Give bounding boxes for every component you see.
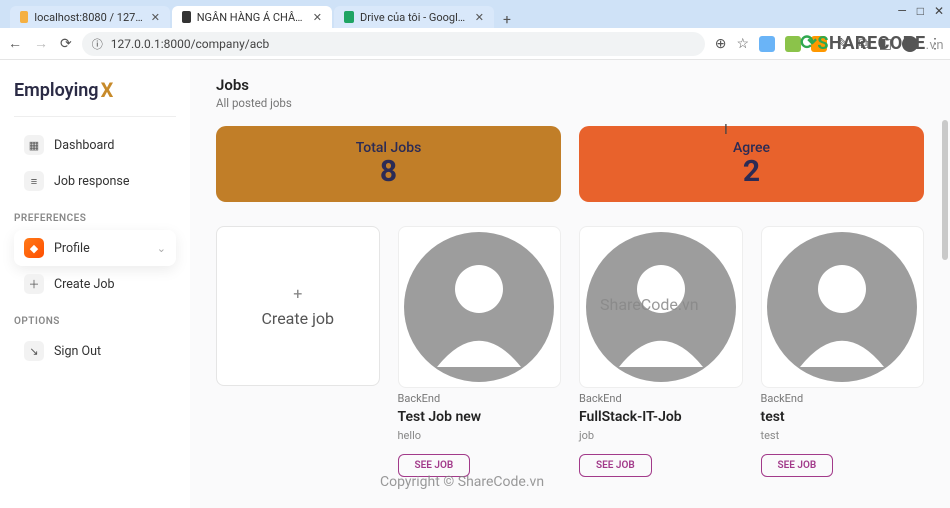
sidebar-item-label: Sign Out xyxy=(54,344,101,359)
avatar-placeholder-icon xyxy=(762,227,924,387)
avatar-placeholder-icon xyxy=(399,227,561,387)
brand-name: Employing xyxy=(14,80,99,101)
minimize-icon[interactable]: — xyxy=(897,4,906,18)
forward-icon[interactable]: → xyxy=(34,35,48,52)
maximize-icon[interactable]: □ xyxy=(917,4,924,18)
text-cursor-icon: I xyxy=(724,122,736,136)
extension-icon[interactable] xyxy=(785,36,801,52)
watermark-copyright: Copyright © ShareCode.vn xyxy=(380,474,544,490)
sidebar-item-signout[interactable]: ↘ Sign Out xyxy=(14,333,176,369)
close-window-icon[interactable]: ✕ xyxy=(934,4,944,18)
job-desc: job xyxy=(579,429,743,442)
window-controls: — □ ✕ xyxy=(897,4,944,18)
list-icon: ≡ xyxy=(24,171,44,191)
job-category: BackEnd xyxy=(579,392,743,405)
app-root: EmployingX ▦ Dashboard ≡ Job response PR… xyxy=(0,60,950,508)
job-category: BackEnd xyxy=(761,392,925,405)
profile-icon: ◆ xyxy=(24,238,44,258)
job-cards-grid: + Create job BackEnd Test Job new hello … xyxy=(216,226,924,477)
close-icon[interactable]: ✕ xyxy=(475,11,484,24)
create-job-label: Create job xyxy=(262,309,335,328)
main-content: Jobs All posted jobs Total Jobs 8 Agree … xyxy=(190,60,950,508)
see-job-button[interactable]: SEE JOB xyxy=(761,454,834,477)
browser-tab-0[interactable]: localhost:8080 / 127.0.0.1 / recr ✕ xyxy=(10,6,170,28)
stat-total-jobs: Total Jobs 8 xyxy=(216,126,561,202)
create-job-card[interactable]: + Create job xyxy=(216,226,380,386)
dashboard-icon: ▦ xyxy=(24,135,44,155)
job-category: BackEnd xyxy=(398,392,562,405)
job-card: BackEnd FullStack-IT-Job job SEE JOB xyxy=(579,226,743,477)
extension-icon[interactable] xyxy=(759,36,775,52)
favicon xyxy=(20,11,28,23)
sidebar-item-label: Profile xyxy=(54,241,90,256)
job-card: BackEnd test test SEE JOB xyxy=(761,226,925,477)
new-tab-button[interactable]: + xyxy=(496,12,518,28)
url-text: 127.0.0.1:8000/company/acb xyxy=(111,37,270,51)
close-icon[interactable]: ✕ xyxy=(151,11,160,24)
address-bar[interactable]: ⓘ 127.0.0.1:8000/company/acb xyxy=(82,32,705,56)
signout-icon: ↘ xyxy=(24,341,44,361)
sidebar-item-create-job[interactable]: ＋ Create Job xyxy=(14,266,176,302)
job-title: Test Job new xyxy=(398,409,562,425)
job-desc: hello xyxy=(398,429,562,442)
watermark-logo: ⟳SHARECODE.vn xyxy=(800,30,944,54)
sidebar-item-label: Job response xyxy=(54,174,129,189)
tab-label: localhost:8080 / 127.0.0.1 / recr xyxy=(34,11,144,24)
site-info-icon[interactable]: ⓘ xyxy=(92,36,103,52)
back-icon[interactable]: ← xyxy=(8,35,22,52)
scrollbar[interactable] xyxy=(942,120,948,260)
see-job-button[interactable]: SEE JOB xyxy=(579,454,652,477)
star-icon[interactable]: ☆ xyxy=(736,36,749,52)
job-title: test xyxy=(761,409,925,425)
tab-label: NGÂN HÀNG Á CHÂU (ACB) - E xyxy=(197,11,307,24)
browser-tab-2[interactable]: Drive của tôi - Google Drive ✕ xyxy=(334,6,494,28)
sidebar-item-label: Create Job xyxy=(54,277,115,292)
plus-icon: + xyxy=(293,284,302,303)
stat-value: 2 xyxy=(743,154,760,189)
stat-value: 8 xyxy=(380,154,397,189)
brand-accent: X xyxy=(101,78,114,102)
stats-row: Total Jobs 8 Agree 2 xyxy=(216,126,924,202)
close-icon[interactable]: ✕ xyxy=(313,11,322,24)
sidebar-item-job-response[interactable]: ≡ Job response xyxy=(14,163,176,199)
divider xyxy=(14,116,176,117)
tab-label: Drive của tôi - Google Drive xyxy=(360,11,469,24)
plus-icon: ＋ xyxy=(24,274,44,294)
job-card: BackEnd Test Job new hello SEE JOB xyxy=(398,226,562,477)
sidebar: EmployingX ▦ Dashboard ≡ Job response PR… xyxy=(0,60,190,508)
browser-tabstrip: localhost:8080 / 127.0.0.1 / recr ✕ NGÂN… xyxy=(0,0,950,28)
page-title: Jobs xyxy=(216,76,924,94)
sidebar-item-label: Dashboard xyxy=(54,138,114,153)
sidebar-item-profile[interactable]: ◆ Profile ⌄ xyxy=(14,230,176,266)
watermark-text: ShareCode.vn xyxy=(600,295,699,314)
zoom-icon[interactable]: ⊕ xyxy=(715,36,727,52)
favicon xyxy=(344,11,354,23)
browser-tab-1[interactable]: NGÂN HÀNG Á CHÂU (ACB) - E ✕ xyxy=(172,6,332,28)
brand-logo[interactable]: EmployingX xyxy=(14,78,176,102)
chevron-down-icon: ⌄ xyxy=(157,242,166,255)
sidebar-item-dashboard[interactable]: ▦ Dashboard xyxy=(14,127,176,163)
stat-agree: Agree 2 xyxy=(579,126,924,202)
favicon xyxy=(182,11,191,23)
reload-icon[interactable]: ⟳ xyxy=(60,36,72,52)
job-desc: test xyxy=(761,429,925,442)
job-title: FullStack-IT-Job xyxy=(579,409,743,425)
section-heading-options: OPTIONS xyxy=(14,316,176,327)
section-heading-preferences: PREFERENCES xyxy=(14,213,176,224)
page-subtitle: All posted jobs xyxy=(216,96,924,110)
